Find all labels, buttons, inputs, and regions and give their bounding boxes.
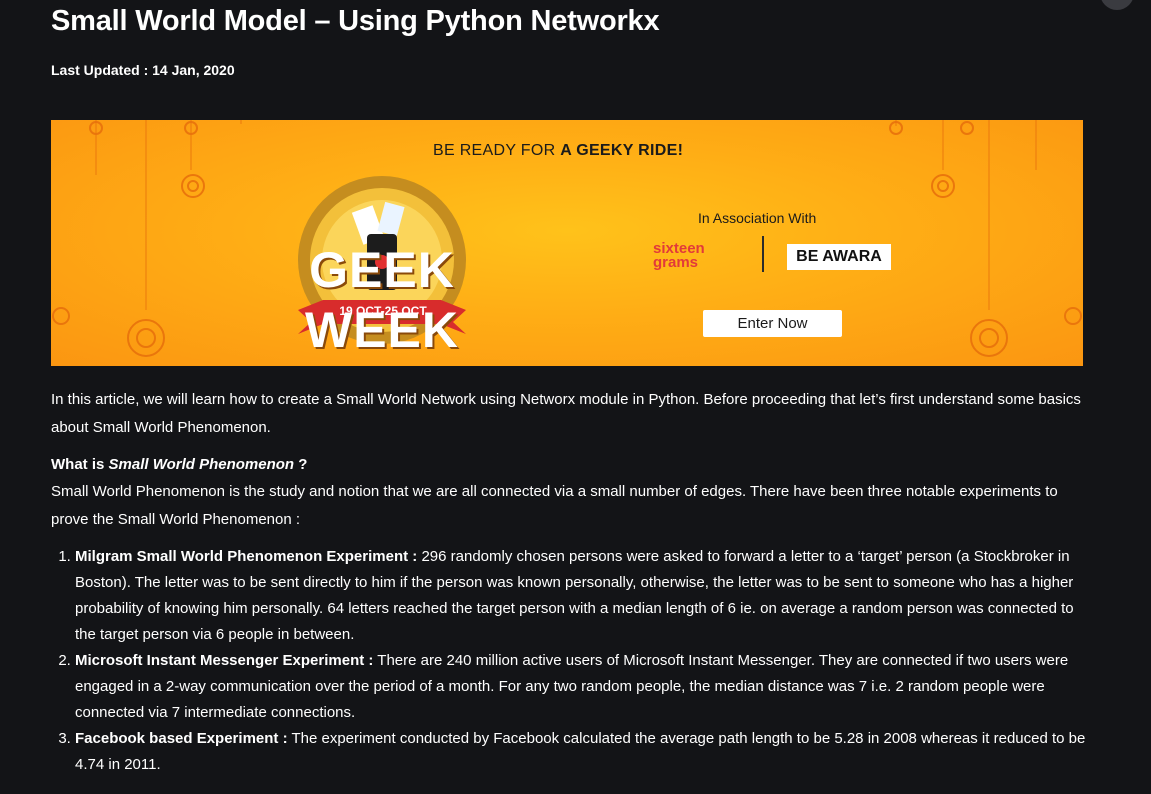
association-label: In Association With: [698, 210, 817, 226]
banner-tagline-prefix: BE READY FOR: [433, 142, 561, 159]
geek-week-logo-text: GEEK WEEK: [305, 242, 459, 358]
list-item: Microsoft Instant Messenger Experiment :…: [75, 648, 1091, 726]
experiment-name: Milgram Small World Phenomenon Experimen…: [75, 548, 418, 565]
question-prefix: What is: [51, 456, 109, 473]
article-page: Small World Model – Using Python Network…: [0, 0, 1151, 794]
question-suffix: ?: [294, 456, 308, 473]
experiment-name: Microsoft Instant Messenger Experiment :: [75, 652, 374, 669]
geek-week-dates: 19 OCT-25 OCT: [339, 304, 427, 318]
banner-tagline: BE READY FOR A GEEKY RIDE!: [433, 142, 683, 160]
experiment-name: Facebook based Experiment :: [75, 730, 288, 747]
be-awara-logo: BE AWARA: [787, 244, 891, 270]
geek-week-banner[interactable]: BE READY FOR A GEEKY RIDE! GEEK WEEK 19 …: [51, 120, 1083, 366]
enter-now-button[interactable]: Enter Now: [703, 310, 842, 337]
article-title: Small World Model – Using Python Network…: [51, 5, 660, 37]
top-right-round-button[interactable]: [1100, 0, 1134, 10]
article-body: In this article, we will learn how to cr…: [51, 386, 1091, 778]
question-emphasis: Small World Phenomenon: [108, 456, 295, 473]
last-updated: Last Updated : 14 Jan, 2020: [51, 62, 235, 78]
banner-tagline-bold: A GEEKY RIDE!: [560, 142, 684, 159]
list-item: Milgram Small World Phenomenon Experimen…: [75, 544, 1091, 648]
experiments-list: Milgram Small World Phenomenon Experimen…: [51, 544, 1091, 778]
section-question: What is Small World Phenomenon ?: [51, 452, 1091, 478]
list-item: Facebook based Experiment : The experime…: [75, 726, 1091, 778]
definition-paragraph: Small World Phenomenon is the study and …: [51, 483, 1058, 528]
sixteen-grams-logo: sixteen grams: [653, 240, 705, 271]
logo-divider: [762, 236, 764, 272]
intro-paragraph: In this article, we will learn how to cr…: [51, 391, 1081, 436]
